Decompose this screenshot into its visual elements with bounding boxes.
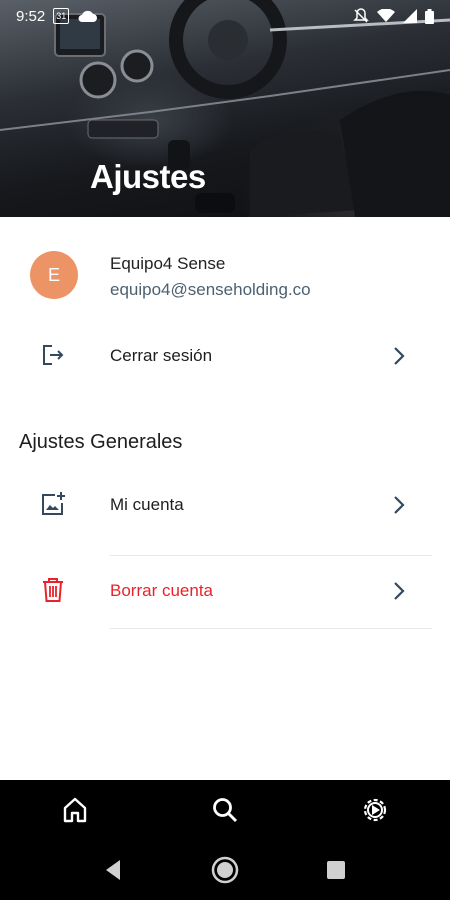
system-nav-bar: [0, 840, 450, 900]
delete-account-row[interactable]: Borrar cuenta: [0, 563, 450, 619]
logout-icon: [43, 345, 64, 365]
logout-row[interactable]: Cerrar sesión: [0, 328, 450, 384]
profile-email: equipo4@senseholding.co: [110, 280, 311, 299]
calendar-icon: 31: [53, 8, 70, 24]
trash-icon: [43, 578, 63, 602]
chevron-right-icon: [394, 582, 405, 600]
recents-icon[interactable]: [322, 856, 350, 884]
search-icon[interactable]: [210, 795, 240, 825]
chevron-right-icon: [394, 496, 405, 514]
settings-icon[interactable]: [360, 795, 390, 825]
logout-label: Cerrar sesión: [110, 346, 213, 365]
cloud-icon: [78, 10, 98, 22]
avatar-initial: E: [47, 264, 60, 285]
my-account-label: Mi cuenta: [110, 495, 184, 514]
bottom-nav: [0, 780, 450, 840]
divider: [110, 628, 432, 629]
back-icon[interactable]: [100, 856, 128, 884]
home-icon[interactable]: [60, 795, 90, 825]
notifications-off-icon: [353, 8, 369, 23]
status-bar: 9:52 31: [0, 0, 450, 32]
signal-icon: [403, 9, 417, 23]
my-account-row[interactable]: Mi cuenta: [0, 477, 450, 533]
delete-account-label: Borrar cuenta: [110, 581, 213, 600]
page-title: Ajustes: [90, 158, 206, 195]
avatar: E: [30, 251, 78, 299]
section-title: Ajustes Generales: [19, 431, 183, 453]
battery-icon: [425, 8, 434, 24]
home-button-icon[interactable]: [211, 856, 239, 884]
chevron-right-icon: [394, 347, 405, 365]
status-time: 9:52: [16, 7, 46, 25]
calendar-day: 31: [56, 11, 67, 21]
add-photo-icon: [42, 492, 65, 515]
divider: [110, 555, 432, 556]
wifi-icon: [377, 9, 395, 22]
profile-name: Equipo4 Sense: [110, 254, 226, 273]
header-banner: 9:52 31 Ajustes: [0, 0, 450, 217]
car-interior-image: [0, 0, 450, 217]
